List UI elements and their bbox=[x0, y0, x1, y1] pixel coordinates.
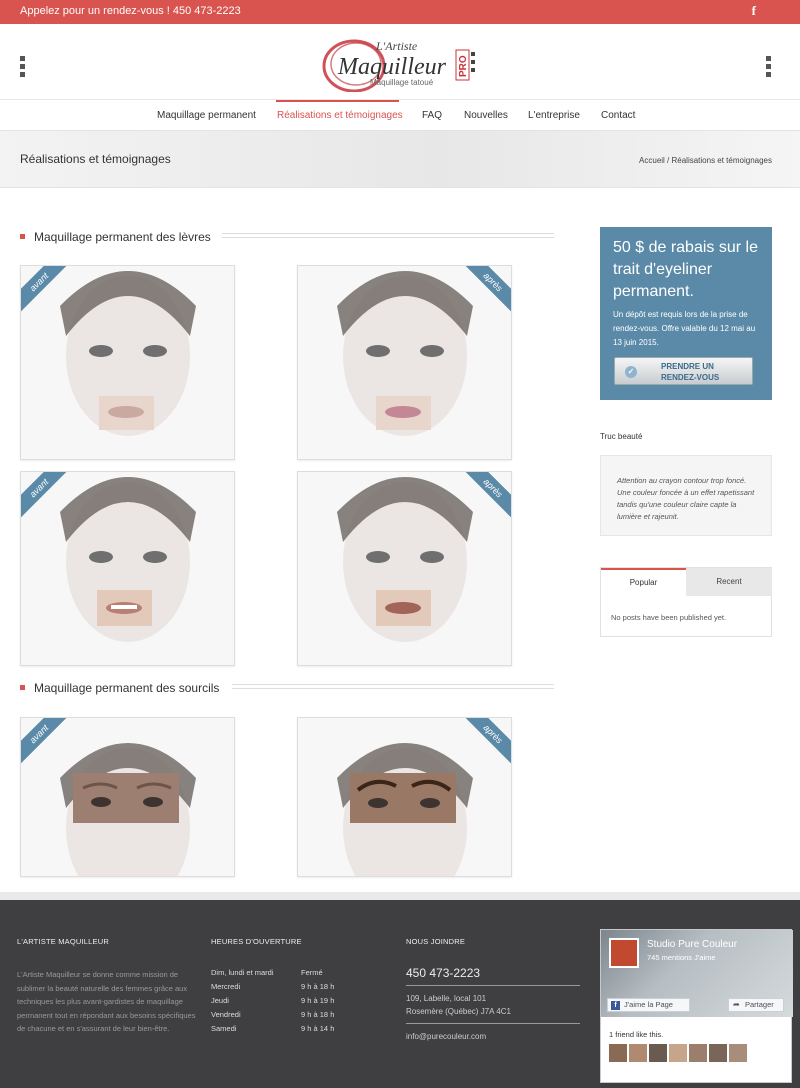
promo-text: Un dépôt est requis lors de la prise de … bbox=[613, 310, 756, 347]
posts-tabs: Popular Recent No posts have been publis… bbox=[600, 567, 772, 637]
share-icon: ➦ bbox=[733, 1000, 740, 1009]
book-appointment-button[interactable]: ✓ PRENDRE UN RENDEZ-VOUS bbox=[614, 357, 753, 385]
promo-box: 50 $ de rabais sur le trait d'eyeliner p… bbox=[600, 227, 772, 400]
facebook-icon[interactable]: f bbox=[752, 3, 756, 19]
gallery-card[interactable]: avant bbox=[20, 265, 235, 460]
facebook-friends-text: 1 friend like this. bbox=[609, 1030, 664, 1039]
promo-headline: 50 $ de rabais sur le trait d'eyeliner p… bbox=[613, 239, 758, 300]
facebook-friend-avatars bbox=[609, 1044, 749, 1067]
menu-right-icon[interactable] bbox=[766, 56, 772, 80]
top-phone-text: Appelez pour un rendez-vous ! 450 473-22… bbox=[20, 5, 241, 17]
facebook-page-thumb[interactable] bbox=[609, 938, 639, 968]
face-photo bbox=[21, 266, 234, 459]
footer-hours-title: HEURES D'OUVERTURE bbox=[211, 937, 302, 946]
check-icon: ✓ bbox=[625, 366, 637, 378]
avatar[interactable] bbox=[609, 1044, 627, 1062]
facebook-widget: Studio Pure Couleur 745 mentions J'aime … bbox=[600, 929, 793, 1083]
face-photo bbox=[21, 472, 234, 665]
section-title-sourcils: Maquillage permanent des sourcils bbox=[20, 681, 219, 695]
footer-about-title: L'ARTISTE MAQUILLEUR bbox=[17, 937, 109, 946]
logo-badge: PRO bbox=[458, 55, 469, 77]
gallery-card[interactable]: après bbox=[297, 471, 512, 666]
page-title-banner: Réalisations et témoignages Accueil / Ré… bbox=[0, 130, 800, 188]
avatar[interactable] bbox=[709, 1044, 727, 1062]
facebook-cover: Studio Pure Couleur 745 mentions J'aime … bbox=[601, 930, 793, 1017]
nav-item-contact[interactable]: Contact bbox=[601, 110, 635, 121]
gallery-card[interactable]: avant bbox=[20, 717, 235, 877]
divider bbox=[406, 1023, 580, 1024]
site-logo[interactable]: L'Artiste Maquilleur Maquillage tatoué P… bbox=[316, 32, 486, 93]
face-photo bbox=[298, 472, 511, 665]
nav-active-indicator bbox=[276, 100, 399, 102]
avatar[interactable] bbox=[629, 1044, 647, 1062]
tip-title: Truc beauté bbox=[600, 432, 643, 441]
face-photo bbox=[298, 718, 511, 876]
main-nav: Maquillage permanent Réalisations et tém… bbox=[0, 100, 800, 130]
gallery-card[interactable]: après bbox=[297, 717, 512, 877]
tab-message: No posts have been published yet. bbox=[611, 613, 727, 622]
face-photo bbox=[21, 718, 234, 876]
face-photo bbox=[298, 266, 511, 459]
nav-item-maquillage[interactable]: Maquillage permanent bbox=[157, 110, 256, 121]
footer-email[interactable]: info@purecouleur.com bbox=[406, 1032, 486, 1041]
logo-line2: Maquilleur bbox=[337, 54, 447, 80]
divider bbox=[406, 985, 580, 986]
logo-line1: L'Artiste bbox=[375, 39, 418, 53]
section-divider bbox=[222, 233, 554, 238]
footer-address: 109, Labelle, local 101 Rosemère (Québec)… bbox=[406, 994, 511, 1016]
page-title: Réalisations et témoignages bbox=[20, 152, 171, 166]
breadcrumb[interactable]: Accueil / Réalisations et témoignages bbox=[639, 156, 772, 165]
footer-phone[interactable]: 450 473-2223 bbox=[406, 966, 480, 980]
nav-item-faq[interactable]: FAQ bbox=[422, 110, 442, 121]
facebook-like-button[interactable]: f J'aime la Page bbox=[607, 998, 690, 1012]
nav-item-realisations[interactable]: Réalisations et témoignages bbox=[277, 110, 403, 121]
facebook-page-name[interactable]: Studio Pure Couleur bbox=[647, 939, 737, 950]
tip-quote: Attention au crayon contour trop foncé. … bbox=[600, 455, 772, 536]
logo-tagline: Maquillage tatoué bbox=[370, 78, 434, 87]
avatar[interactable] bbox=[649, 1044, 667, 1062]
facebook-likes-count: 745 mentions J'aime bbox=[647, 953, 716, 962]
avatar[interactable] bbox=[729, 1044, 747, 1062]
top-bar: Appelez pour un rendez-vous ! 450 473-22… bbox=[0, 0, 800, 24]
menu-left-icon[interactable] bbox=[20, 56, 26, 80]
footer-about-text: L'Artiste Maquilleur se donne comme miss… bbox=[17, 970, 196, 1033]
site-header: L'Artiste Maquilleur Maquillage tatoué P… bbox=[0, 24, 800, 100]
facebook-icon: f bbox=[611, 1001, 620, 1010]
facebook-share-button[interactable]: ➦ Partager bbox=[728, 998, 784, 1012]
avatar[interactable] bbox=[669, 1044, 687, 1062]
section-divider bbox=[232, 684, 554, 689]
avatar[interactable] bbox=[689, 1044, 707, 1062]
nav-item-entreprise[interactable]: L'entreprise bbox=[528, 110, 580, 121]
section-title-levres: Maquillage permanent des lèvres bbox=[20, 230, 211, 244]
nav-item-nouvelles[interactable]: Nouvelles bbox=[464, 110, 508, 121]
gallery-card[interactable]: avant bbox=[20, 471, 235, 666]
gallery-card[interactable]: après bbox=[297, 265, 512, 460]
footer-contact-title: NOUS JOINDRE bbox=[406, 937, 466, 946]
tab-recent[interactable]: Recent bbox=[686, 568, 772, 596]
tab-popular[interactable]: Popular bbox=[601, 568, 686, 596]
